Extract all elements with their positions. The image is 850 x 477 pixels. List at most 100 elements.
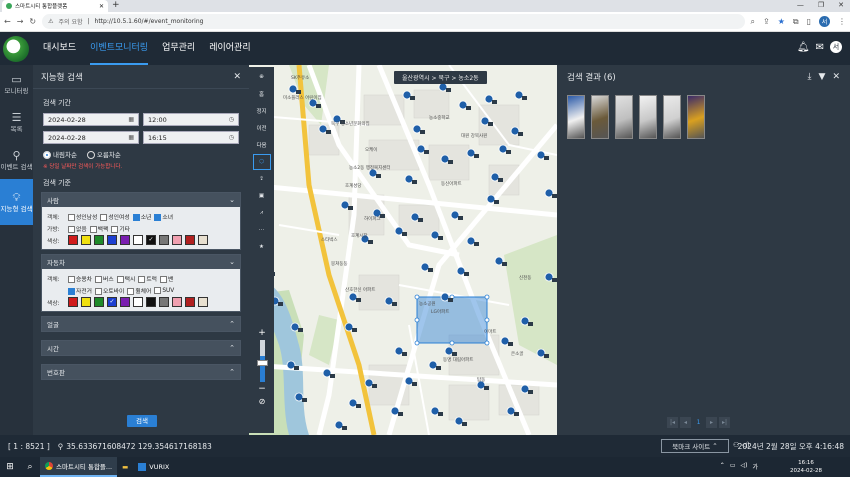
start-date-input[interactable]: 2024-02-28 ▦ (43, 113, 139, 126)
cctv-marker-icon[interactable] (430, 406, 440, 416)
rail-intelligent-search[interactable]: 💡︎ 지능형 검색 (0, 179, 33, 225)
cctv-marker-icon[interactable] (458, 100, 468, 110)
van-checkbox[interactable]: 밴 (160, 274, 173, 283)
other-bag-checkbox[interactable]: 기타 (111, 224, 130, 233)
taskbar-clock[interactable]: 16:16 2024-02-28 (790, 459, 822, 475)
person-header[interactable]: 사람 ⌄ (42, 193, 240, 207)
cctv-marker-icon[interactable] (428, 360, 438, 370)
compass-icon[interactable]: ⊘ (259, 397, 266, 406)
window-close-icon[interactable]: ✕ (838, 0, 844, 11)
cctv-marker-icon[interactable] (438, 82, 448, 92)
cctv-marker-icon[interactable] (288, 84, 298, 94)
cctv-marker-icon[interactable] (344, 322, 354, 332)
taskbar-search-icon[interactable]: ⌕ (20, 462, 40, 472)
tray-up-icon[interactable]: ⌃ (720, 462, 725, 471)
color-swatch[interactable] (68, 235, 78, 245)
face-header[interactable]: 얼굴 ⌃ (42, 317, 240, 331)
color-swatch[interactable] (107, 235, 117, 245)
last-page-button[interactable]: ▸| (719, 417, 730, 428)
cctv-marker-icon[interactable] (440, 292, 450, 302)
sort-desc-radio[interactable]: 내림차순 (43, 149, 77, 159)
nav-layer-management[interactable]: 레이어관리 (209, 32, 250, 65)
download-icon[interactable]: ⤓ (808, 72, 812, 82)
first-page-button[interactable]: |◂ (667, 417, 678, 428)
new-tab-button[interactable]: + (112, 0, 120, 11)
result-thumbnail[interactable] (663, 95, 681, 139)
rail-list[interactable]: ☰ 목록 (0, 103, 33, 141)
zoom-icon[interactable]: ⌕ (751, 17, 755, 27)
map-stop-button[interactable]: 정지 (253, 103, 271, 119)
color-swatch[interactable] (159, 297, 169, 307)
city-logo[interactable] (3, 35, 29, 62)
truck-checkbox[interactable]: 트럭 (138, 274, 157, 283)
plate-header[interactable]: 번호판 ⌃ (42, 365, 240, 379)
color-swatch[interactable] (146, 297, 156, 307)
cctv-marker-icon[interactable] (390, 406, 400, 416)
cctv-marker-icon[interactable] (484, 94, 494, 104)
adult-female-checkbox[interactable]: 성인여성 (100, 212, 130, 221)
cctv-marker-icon[interactable] (348, 292, 358, 302)
adult-male-checkbox[interactable]: 성인남성 (68, 212, 97, 221)
road-icon[interactable]: ⩘ (253, 205, 271, 221)
taxi-checkbox[interactable]: 택시 (116, 274, 135, 283)
boy-checkbox[interactable]: 소년 (132, 212, 151, 221)
result-thumbnail[interactable] (615, 95, 633, 139)
color-swatch[interactable] (81, 235, 91, 245)
image-icon[interactable]: ▣ (253, 188, 271, 204)
cctv-marker-icon[interactable] (486, 194, 496, 204)
color-swatch[interactable]: ✓ (133, 235, 143, 245)
clock-icon[interactable]: ◷ (229, 134, 234, 141)
cctv-marker-icon[interactable] (544, 272, 554, 282)
more-icon[interactable]: ⋯ (253, 222, 271, 238)
tab-close-icon[interactable]: ✕ (99, 3, 104, 10)
extensions-icon[interactable]: ⧉ (793, 17, 799, 27)
cctv-marker-icon[interactable] (416, 144, 426, 154)
taskbar-folder-app[interactable]: ▬ (117, 457, 133, 477)
result-thumbnail[interactable] (567, 95, 585, 139)
cctv-marker-icon[interactable] (334, 420, 344, 430)
cctv-marker-icon[interactable] (372, 208, 382, 218)
cctv-marker-icon[interactable] (394, 226, 404, 236)
map-view[interactable]: SK주유소 미소플러스 어린이집 농소중학교 북구 청소년문화의집 오케이 대원… (249, 65, 557, 435)
map-home-button[interactable]: 홈 (253, 86, 271, 102)
bell-icon[interactable]: 🔔︎ (797, 42, 810, 53)
map-zoom-search-icon[interactable]: ⊕ (253, 69, 271, 85)
end-time-input[interactable]: 16:15 ◷ (143, 131, 239, 144)
color-swatch[interactable] (133, 297, 143, 307)
cctv-marker-icon[interactable] (364, 378, 374, 388)
cctv-marker-icon[interactable] (404, 174, 414, 184)
url-field[interactable]: ⚠ 주의 요함 | http://10.5.1.60/#/event_monit… (42, 14, 745, 29)
sidebar-icon[interactable]: ▯ (807, 17, 811, 26)
network-icon[interactable]: ▭ (730, 462, 736, 471)
next-page-button[interactable]: ▸ (706, 417, 717, 428)
zoom-in-icon[interactable]: + (258, 328, 266, 338)
results-close-icon[interactable]: ✕ (832, 72, 840, 82)
cctv-marker-icon[interactable] (318, 124, 328, 134)
cctv-marker-icon[interactable] (420, 262, 430, 272)
no-bag-checkbox[interactable]: 없음 (68, 224, 87, 233)
color-swatch[interactable] (68, 297, 78, 307)
polygon-select-icon[interactable]: ⬡ (252, 154, 271, 170)
color-swatch[interactable] (94, 297, 104, 307)
color-swatch[interactable] (198, 297, 208, 307)
cctv-marker-icon[interactable] (404, 376, 414, 386)
nav-event-monitoring[interactable]: 이벤트모니터링 (90, 32, 148, 65)
bookmark-site-button[interactable]: 북마크 사이트 ⌃ (661, 439, 729, 453)
maximize-icon[interactable]: ❐ (818, 0, 824, 11)
bus-checkbox[interactable]: 버스 (95, 274, 114, 283)
forward-icon[interactable]: → (17, 17, 24, 26)
zoom-out-icon[interactable]: − (258, 384, 266, 394)
color-swatch[interactable] (185, 297, 195, 307)
panel-close-icon[interactable]: ✕ (233, 72, 241, 82)
wheelchair-checkbox[interactable]: 휠체어 (127, 286, 151, 295)
nav-dashboard[interactable]: 대시보드 (43, 32, 76, 65)
sedan-checkbox[interactable]: 승용차 (68, 274, 92, 283)
cctv-marker-icon[interactable] (394, 346, 404, 356)
cctv-marker-icon[interactable] (520, 316, 530, 326)
bicycle-checkbox[interactable]: 자전거 (68, 286, 92, 295)
profile-avatar[interactable]: 서 (819, 16, 830, 27)
cctv-marker-icon[interactable] (498, 144, 508, 154)
calendar-icon[interactable]: ▦ (128, 116, 134, 123)
upload-icon[interactable]: ⇪ (253, 171, 271, 187)
cctv-marker-icon[interactable] (444, 346, 454, 356)
